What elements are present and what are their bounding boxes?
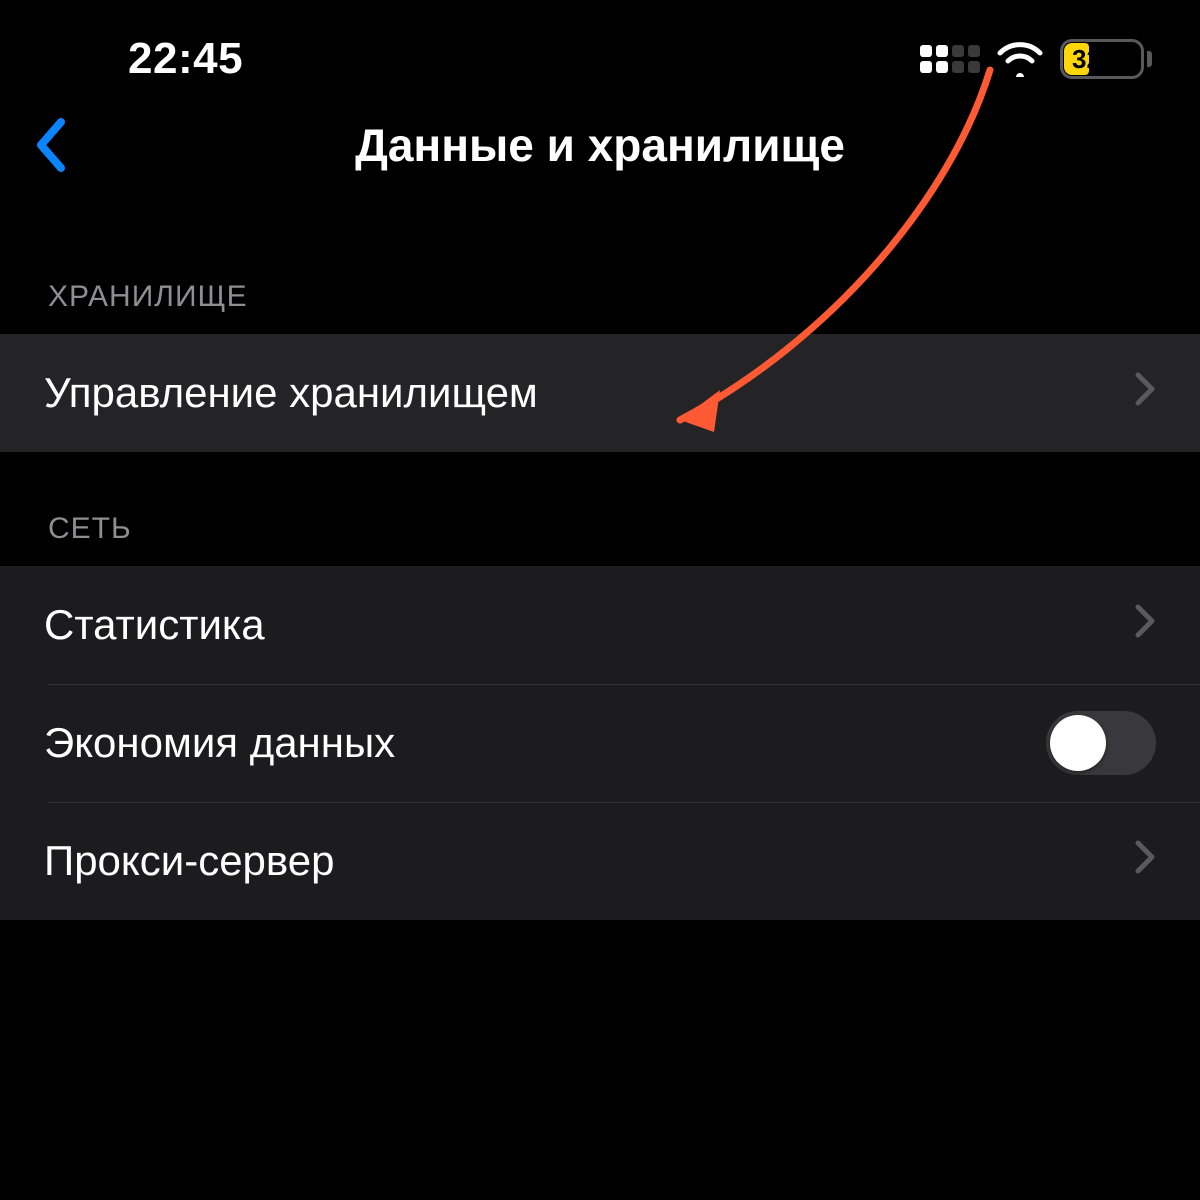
section-header-network: СЕТЬ xyxy=(0,512,1200,566)
wifi-icon xyxy=(996,41,1044,77)
row-label: Управление хранилищем xyxy=(44,369,538,417)
nav-header: Данные и хранилище xyxy=(0,90,1200,200)
row-statistics[interactable]: Статистика xyxy=(0,566,1200,684)
row-proxy[interactable]: Прокси-сервер xyxy=(0,802,1200,920)
row-label: Статистика xyxy=(44,601,265,649)
battery-icon: 32 xyxy=(1060,39,1152,79)
section-header-storage: ХРАНИЛИЩЕ xyxy=(0,280,1200,334)
chevron-right-icon xyxy=(1134,837,1156,885)
data-saver-toggle[interactable] xyxy=(1046,711,1156,775)
back-button[interactable] xyxy=(20,115,80,175)
row-label: Прокси-сервер xyxy=(44,837,334,885)
row-label: Экономия данных xyxy=(44,719,395,767)
chevron-right-icon xyxy=(1134,601,1156,649)
battery-level: 32 xyxy=(1063,42,1141,76)
status-indicators: 32 xyxy=(920,39,1152,79)
section-network: СЕТЬ Статистика Экономия данных Прокси-с… xyxy=(0,512,1200,920)
cellular-signal-icon xyxy=(920,45,980,73)
chevron-left-icon xyxy=(33,118,67,172)
row-data-saver[interactable]: Экономия данных xyxy=(0,684,1200,802)
status-bar: 22:45 32 xyxy=(0,0,1200,90)
toggle-knob xyxy=(1050,715,1106,771)
chevron-right-icon xyxy=(1134,369,1156,417)
section-storage: ХРАНИЛИЩЕ Управление хранилищем xyxy=(0,280,1200,452)
row-manage-storage[interactable]: Управление хранилищем xyxy=(0,334,1200,452)
status-time: 22:45 xyxy=(128,34,243,84)
page-title: Данные и хранилище xyxy=(0,118,1200,172)
